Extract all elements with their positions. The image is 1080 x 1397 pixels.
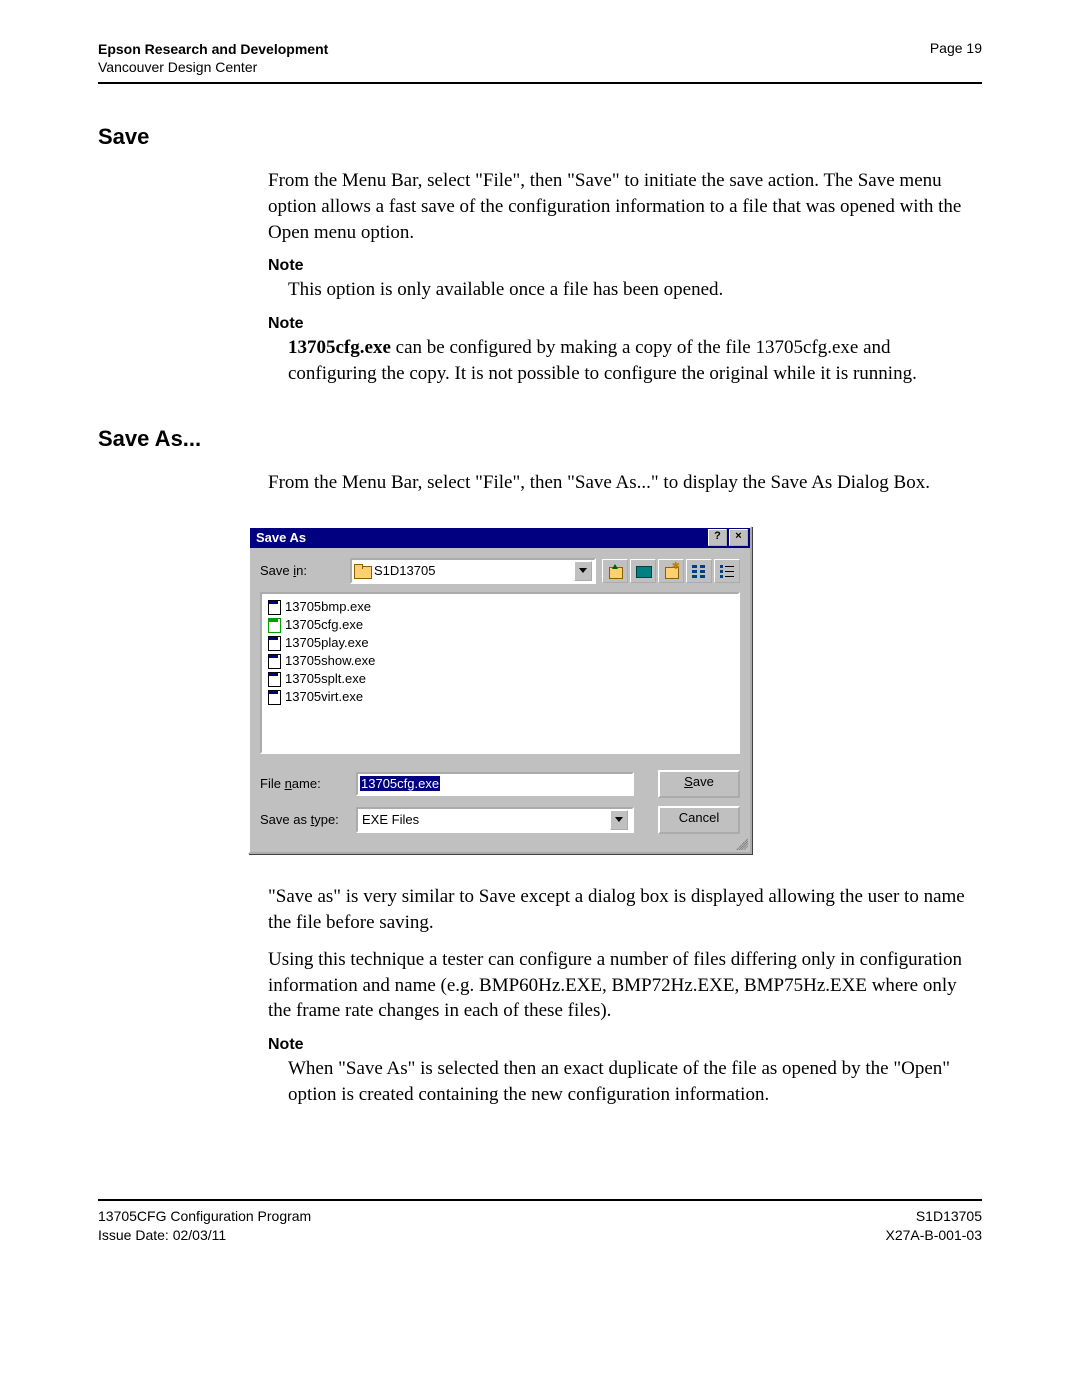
desktop-button[interactable] <box>630 559 656 583</box>
page-footer: 13705CFG Configuration Program Issue Dat… <box>98 1199 982 1243</box>
cancel-button[interactable]: Cancel <box>658 806 740 834</box>
exe-file-icon <box>266 636 282 650</box>
note-label: Note <box>268 315 982 333</box>
dropdown-arrow-icon[interactable] <box>574 561 592 581</box>
note-label: Note <box>268 257 982 275</box>
exe-file-icon <box>266 600 282 614</box>
folder-open-icon <box>354 564 370 578</box>
section-save-title: Save <box>98 124 982 150</box>
save-para1: From the Menu Bar, select "File", then "… <box>268 168 982 245</box>
exe-file-icon <box>266 654 282 668</box>
savetype-label: Save as type: <box>260 812 356 827</box>
saveas-para1: From the Menu Bar, select "File", then "… <box>268 470 982 496</box>
savein-label: Save in: <box>260 563 350 578</box>
list-view-button[interactable] <box>686 559 712 583</box>
dropdown-arrow-icon[interactable] <box>610 810 628 830</box>
exe-file-icon <box>266 672 282 686</box>
footer-date: Issue Date: 02/03/11 <box>98 1226 311 1244</box>
list-item[interactable]: 13705show.exe <box>266 652 734 670</box>
new-folder-icon <box>663 564 679 578</box>
list-item[interactable]: 13705splt.exe <box>266 670 734 688</box>
note-text: When "Save As" is selected then an exact… <box>288 1056 982 1107</box>
saveas-para2: "Save as" is very similar to Save except… <box>268 884 982 935</box>
filename-input[interactable]: 13705cfg.exe <box>356 772 634 796</box>
dialog-titlebar[interactable]: Save As ? × <box>250 528 750 548</box>
section-saveas-title: Save As... <box>98 426 982 452</box>
cfg-file-icon <box>266 618 282 632</box>
help-button[interactable]: ? <box>708 529 727 546</box>
list-item[interactable]: 13705virt.exe <box>266 688 734 706</box>
header-dept: Vancouver Design Center <box>98 58 328 76</box>
list-item[interactable]: 13705cfg.exe <box>266 616 734 634</box>
savetype-combo[interactable]: EXE Files <box>356 807 634 833</box>
save-button[interactable]: Save <box>658 770 740 798</box>
footer-program: 13705CFG Configuration Program <box>98 1207 311 1225</box>
filename-label: File name: <box>260 776 356 791</box>
details-view-icon <box>719 564 735 578</box>
footer-model: S1D13705 <box>885 1207 982 1225</box>
footer-docnum: X27A-B-001-03 <box>885 1226 982 1244</box>
new-folder-button[interactable] <box>658 559 684 583</box>
savetype-value: EXE Files <box>362 812 419 827</box>
file-list[interactable]: 13705bmp.exe 13705cfg.exe 13705play.exe … <box>260 592 740 754</box>
dialog-title: Save As <box>252 530 706 545</box>
close-button[interactable]: × <box>729 529 748 546</box>
desktop-icon <box>635 564 651 578</box>
page-header: Epson Research and Development Vancouver… <box>98 40 982 84</box>
note-label: Note <box>268 1036 982 1054</box>
note-text: 13705cfg.exe can be configured by making… <box>288 335 982 386</box>
details-view-button[interactable] <box>714 559 740 583</box>
savein-combo[interactable]: S1D13705 <box>350 558 596 584</box>
exe-file-icon <box>266 690 282 704</box>
list-view-icon <box>691 564 707 578</box>
header-page: Page 19 <box>930 40 982 76</box>
up-one-level-button[interactable] <box>602 559 628 583</box>
saveas-para3: Using this technique a tester can config… <box>268 947 982 1024</box>
list-item[interactable]: 13705play.exe <box>266 634 734 652</box>
list-item[interactable]: 13705bmp.exe <box>266 598 734 616</box>
header-org: Epson Research and Development <box>98 40 328 58</box>
note-bold: 13705cfg.exe <box>288 337 391 358</box>
saveas-dialog: Save As ? × Save in: S1D13705 <box>248 526 752 854</box>
savein-value: S1D13705 <box>374 563 435 578</box>
up-folder-icon <box>607 564 623 578</box>
note-text: This option is only available once a fil… <box>288 277 982 303</box>
filename-value: 13705cfg.exe <box>360 776 440 791</box>
